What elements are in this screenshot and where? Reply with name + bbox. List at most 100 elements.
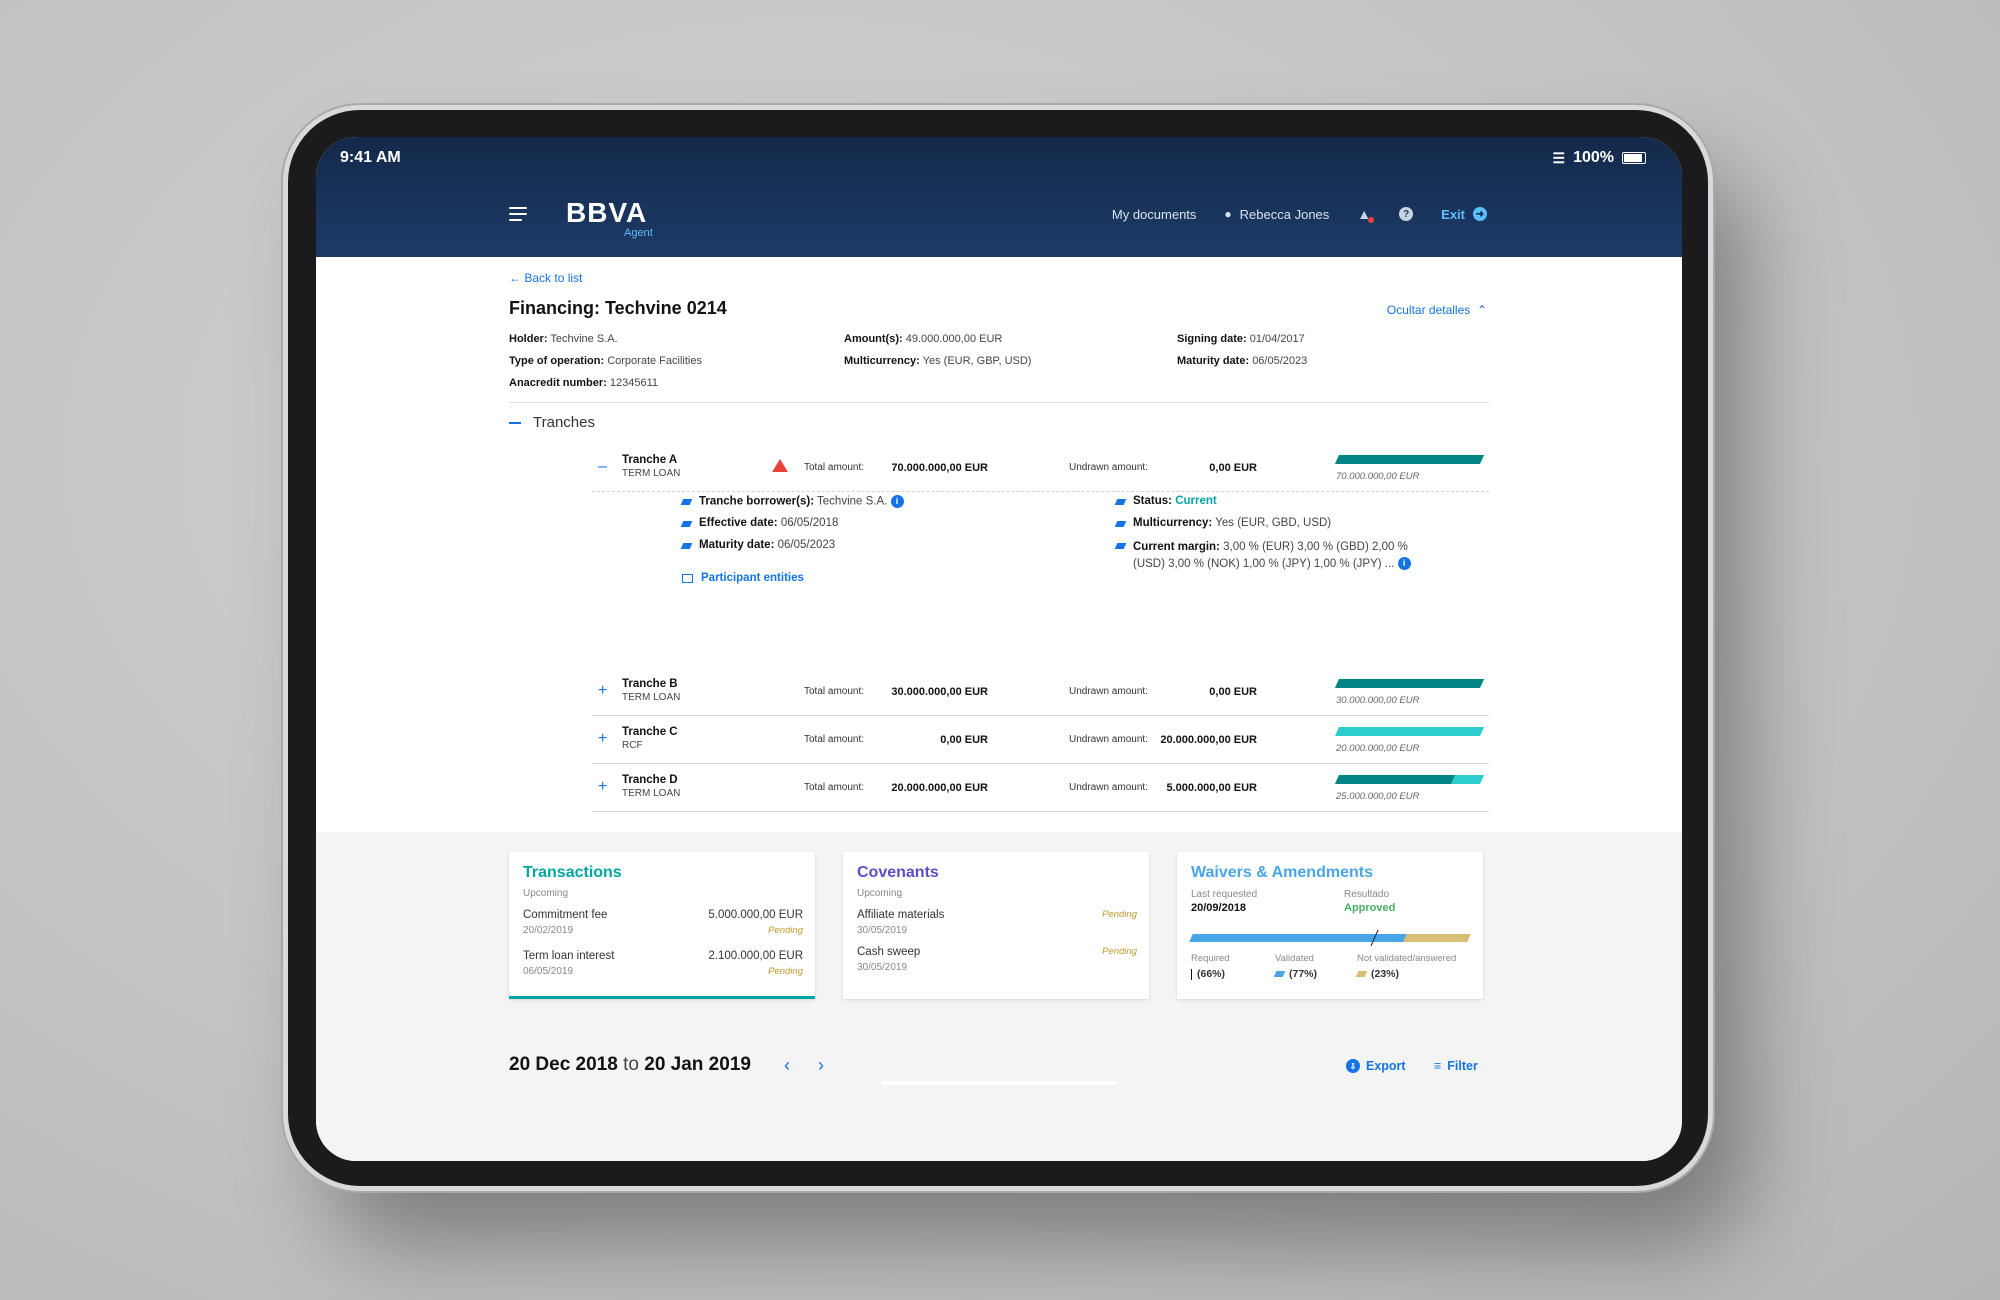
back-to-list-link[interactable]: ← Back to list xyxy=(509,271,582,285)
total-amount-label: Total amount: xyxy=(804,734,865,745)
exit-button[interactable]: Exit ➜ xyxy=(1441,207,1487,222)
date-range: 20 Dec 2018 to 20 Jan 2019 xyxy=(509,1054,751,1075)
required-legend: Required (66%) xyxy=(1191,953,1230,980)
undrawn-amount-value: 20.000.000,00 EUR xyxy=(1160,734,1257,746)
tranche-name: Tranche A xyxy=(622,454,678,466)
summary-divider xyxy=(509,402,1489,403)
bar-caption: 30.000.000,00 EUR xyxy=(1336,695,1420,706)
user-icon: ● xyxy=(1224,207,1232,221)
battery-percent: 100% xyxy=(1573,149,1614,166)
warning-icon xyxy=(772,459,788,472)
expand-tranche-icon[interactable]: + xyxy=(598,682,607,700)
effective-date-row: Effective date: 06/05/2018 xyxy=(680,517,838,529)
exit-label: Exit xyxy=(1441,206,1465,222)
collapse-tranche-icon[interactable]: – xyxy=(598,458,607,476)
multicurrency-field: Multicurrency: Yes (EUR, GBP, USD) xyxy=(844,355,1032,367)
maturity-date-field: Maturity date: 06/05/2023 xyxy=(1177,355,1308,367)
total-amount-value: 20.000.000,00 EUR xyxy=(891,782,988,794)
logo-text: BBVA xyxy=(566,197,648,228)
tranche-row[interactable]: + Tranche C RCF Total amount: 0,00 EUR U… xyxy=(592,718,1489,764)
participant-entities-link[interactable]: Participant entities xyxy=(682,572,804,584)
tranche-type: TERM LOAN xyxy=(622,468,681,479)
card-subtitle: Upcoming xyxy=(523,888,569,899)
previous-range-button[interactable]: ‹ xyxy=(784,1055,790,1076)
home-indicator xyxy=(881,1081,1117,1085)
total-amount-label: Total amount: xyxy=(804,686,865,697)
maturity-date-row: Maturity date: 06/05/2023 xyxy=(680,539,835,551)
nav-actions: My documents ● Rebecca Jones ▲ ? Exit ➜ xyxy=(1112,206,1487,223)
tranche-type: RCF xyxy=(622,740,643,751)
bar-caption: 25.000.000,00 EUR xyxy=(1336,791,1420,802)
page-title: Financing: Techvine 0214 xyxy=(509,298,727,318)
list-item: Term loan interest 2.100.000,00 EUR 06/0… xyxy=(523,950,803,977)
anacredit-field: Anacredit number: 12345611 xyxy=(509,377,658,389)
list-item: Commitment fee 5.000.000,00 EUR 20/02/20… xyxy=(523,909,803,936)
total-amount-label: Total amount: xyxy=(804,462,865,473)
collapse-icon xyxy=(509,421,521,424)
next-range-button[interactable]: › xyxy=(818,1055,824,1076)
tranche-row[interactable]: + Tranche D TERM LOAN Total amount: 20.0… xyxy=(592,766,1489,812)
drawn-progress-bar xyxy=(1334,727,1485,736)
margin-row: Current margin: 3,00 % (EUR) 3,00 % (GBD… xyxy=(1114,539,1411,573)
total-amount-value: 70.000.000,00 EUR xyxy=(891,462,988,474)
status-time: 9:41 AM xyxy=(340,149,401,166)
card-title: Transactions xyxy=(523,864,622,881)
back-label: Back to list xyxy=(524,271,583,285)
expand-tranche-icon[interactable]: + xyxy=(598,730,607,748)
menu-icon[interactable] xyxy=(509,207,527,221)
info-icon[interactable]: i xyxy=(890,495,904,508)
tranches-toggle[interactable]: Tranches xyxy=(509,414,595,431)
help-icon[interactable]: ? xyxy=(1399,207,1414,221)
tranche-name: Tranche C xyxy=(622,726,678,738)
status-bar: 9:41 AM ☰ 100% xyxy=(316,137,1682,177)
card-title: Covenants xyxy=(857,864,939,881)
last-requested-label: Last requested xyxy=(1191,889,1258,900)
last-requested-value: 20/09/2018 xyxy=(1191,902,1247,914)
battery-icon xyxy=(1622,152,1646,164)
drawn-progress-bar xyxy=(1334,679,1485,688)
undrawn-amount-value: 5.000.000,00 EUR xyxy=(1166,782,1257,794)
result-label: Resultado xyxy=(1344,889,1390,900)
hide-details-toggle[interactable]: Ocultar detalles ⌃ xyxy=(1387,303,1487,317)
tranche-multicurrency-row: Multicurrency: Yes (EUR, GBD, USD) xyxy=(1114,517,1331,529)
tranche-type: TERM LOAN xyxy=(622,692,681,703)
tranche-row[interactable]: + Tranche B TERM LOAN Total amount: 30.0… xyxy=(592,670,1489,716)
bar-caption: 70.000.000,00 EUR xyxy=(1336,471,1420,482)
status-row: Status: Current xyxy=(1114,495,1217,507)
list-item: Affiliate materials 30/05/2019 Pending xyxy=(857,909,1137,936)
my-documents-link[interactable]: My documents xyxy=(1112,207,1197,222)
main-content: ← Back to list Financing: Techvine 0214 … xyxy=(316,257,1682,832)
margin-info-icon[interactable]: i xyxy=(1397,557,1411,571)
status-right: ☰ 100% xyxy=(1553,149,1646,167)
chevron-up-icon: ⌃ xyxy=(1476,303,1487,317)
undrawn-amount-value: 0,00 EUR xyxy=(1209,686,1257,698)
operation-type-field: Type of operation: Corporate Facilities xyxy=(509,355,702,367)
export-icon: ⇩ xyxy=(1346,1059,1360,1073)
waivers-card[interactable]: Waivers & Amendments Last requested 20/0… xyxy=(1177,852,1483,999)
notifications-icon[interactable]: ▲ xyxy=(1357,206,1375,223)
tranche-name: Tranche B xyxy=(622,678,678,690)
covenants-card[interactable]: Covenants Upcoming Affiliate materials 3… xyxy=(843,852,1149,999)
transactions-card[interactable]: Transactions Upcoming Commitment fee 5.0… xyxy=(509,852,815,999)
export-button[interactable]: ⇩ Export xyxy=(1346,1059,1406,1073)
exit-arrow-icon: ➜ xyxy=(1473,207,1487,221)
expand-tranche-icon[interactable]: + xyxy=(598,778,607,796)
holder-field: Holder: Techvine S.A. xyxy=(509,333,618,345)
app-screen: 9:41 AM ☰ 100% BBVA Agent My documents ● xyxy=(316,137,1682,1161)
main-nav: BBVA Agent My documents ● Rebecca Jones … xyxy=(316,177,1682,257)
tranche-row[interactable]: – Tranche A TERM LOAN Total amount: 70.0… xyxy=(592,446,1489,492)
hide-details-label: Ocultar detalles xyxy=(1386,303,1471,317)
tranches-title: Tranches xyxy=(533,414,595,431)
logo-sub: Agent xyxy=(624,227,653,239)
user-menu[interactable]: ● Rebecca Jones xyxy=(1224,207,1329,222)
card-title: Waivers & Amendments xyxy=(1191,864,1373,881)
top-bar: 9:41 AM ☰ 100% BBVA Agent My documents ● xyxy=(316,137,1682,257)
bbva-logo[interactable]: BBVA Agent xyxy=(566,197,653,239)
tranche-name: Tranche D xyxy=(622,774,678,786)
filter-button[interactable]: ≡ Filter xyxy=(1434,1059,1478,1073)
active-underline xyxy=(509,996,815,999)
not-validated-legend: Not validated/answered (23%) xyxy=(1355,953,1457,980)
result-value: Approved xyxy=(1344,902,1396,914)
list-item: Cash sweep 30/05/2019 Pending xyxy=(857,946,1137,973)
total-amount-label: Total amount: xyxy=(804,782,865,793)
